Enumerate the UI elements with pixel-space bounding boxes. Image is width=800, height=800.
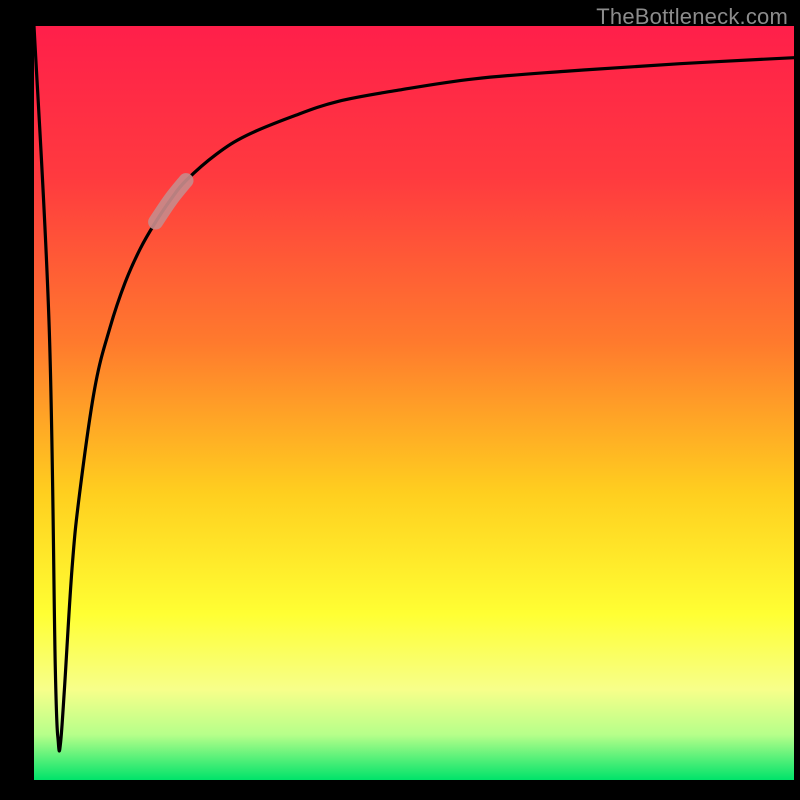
chart-container: TheBottleneck.com <box>0 0 800 800</box>
plot-area <box>34 26 794 780</box>
bottleneck-chart <box>0 0 800 800</box>
attribution-label: TheBottleneck.com <box>596 4 788 30</box>
